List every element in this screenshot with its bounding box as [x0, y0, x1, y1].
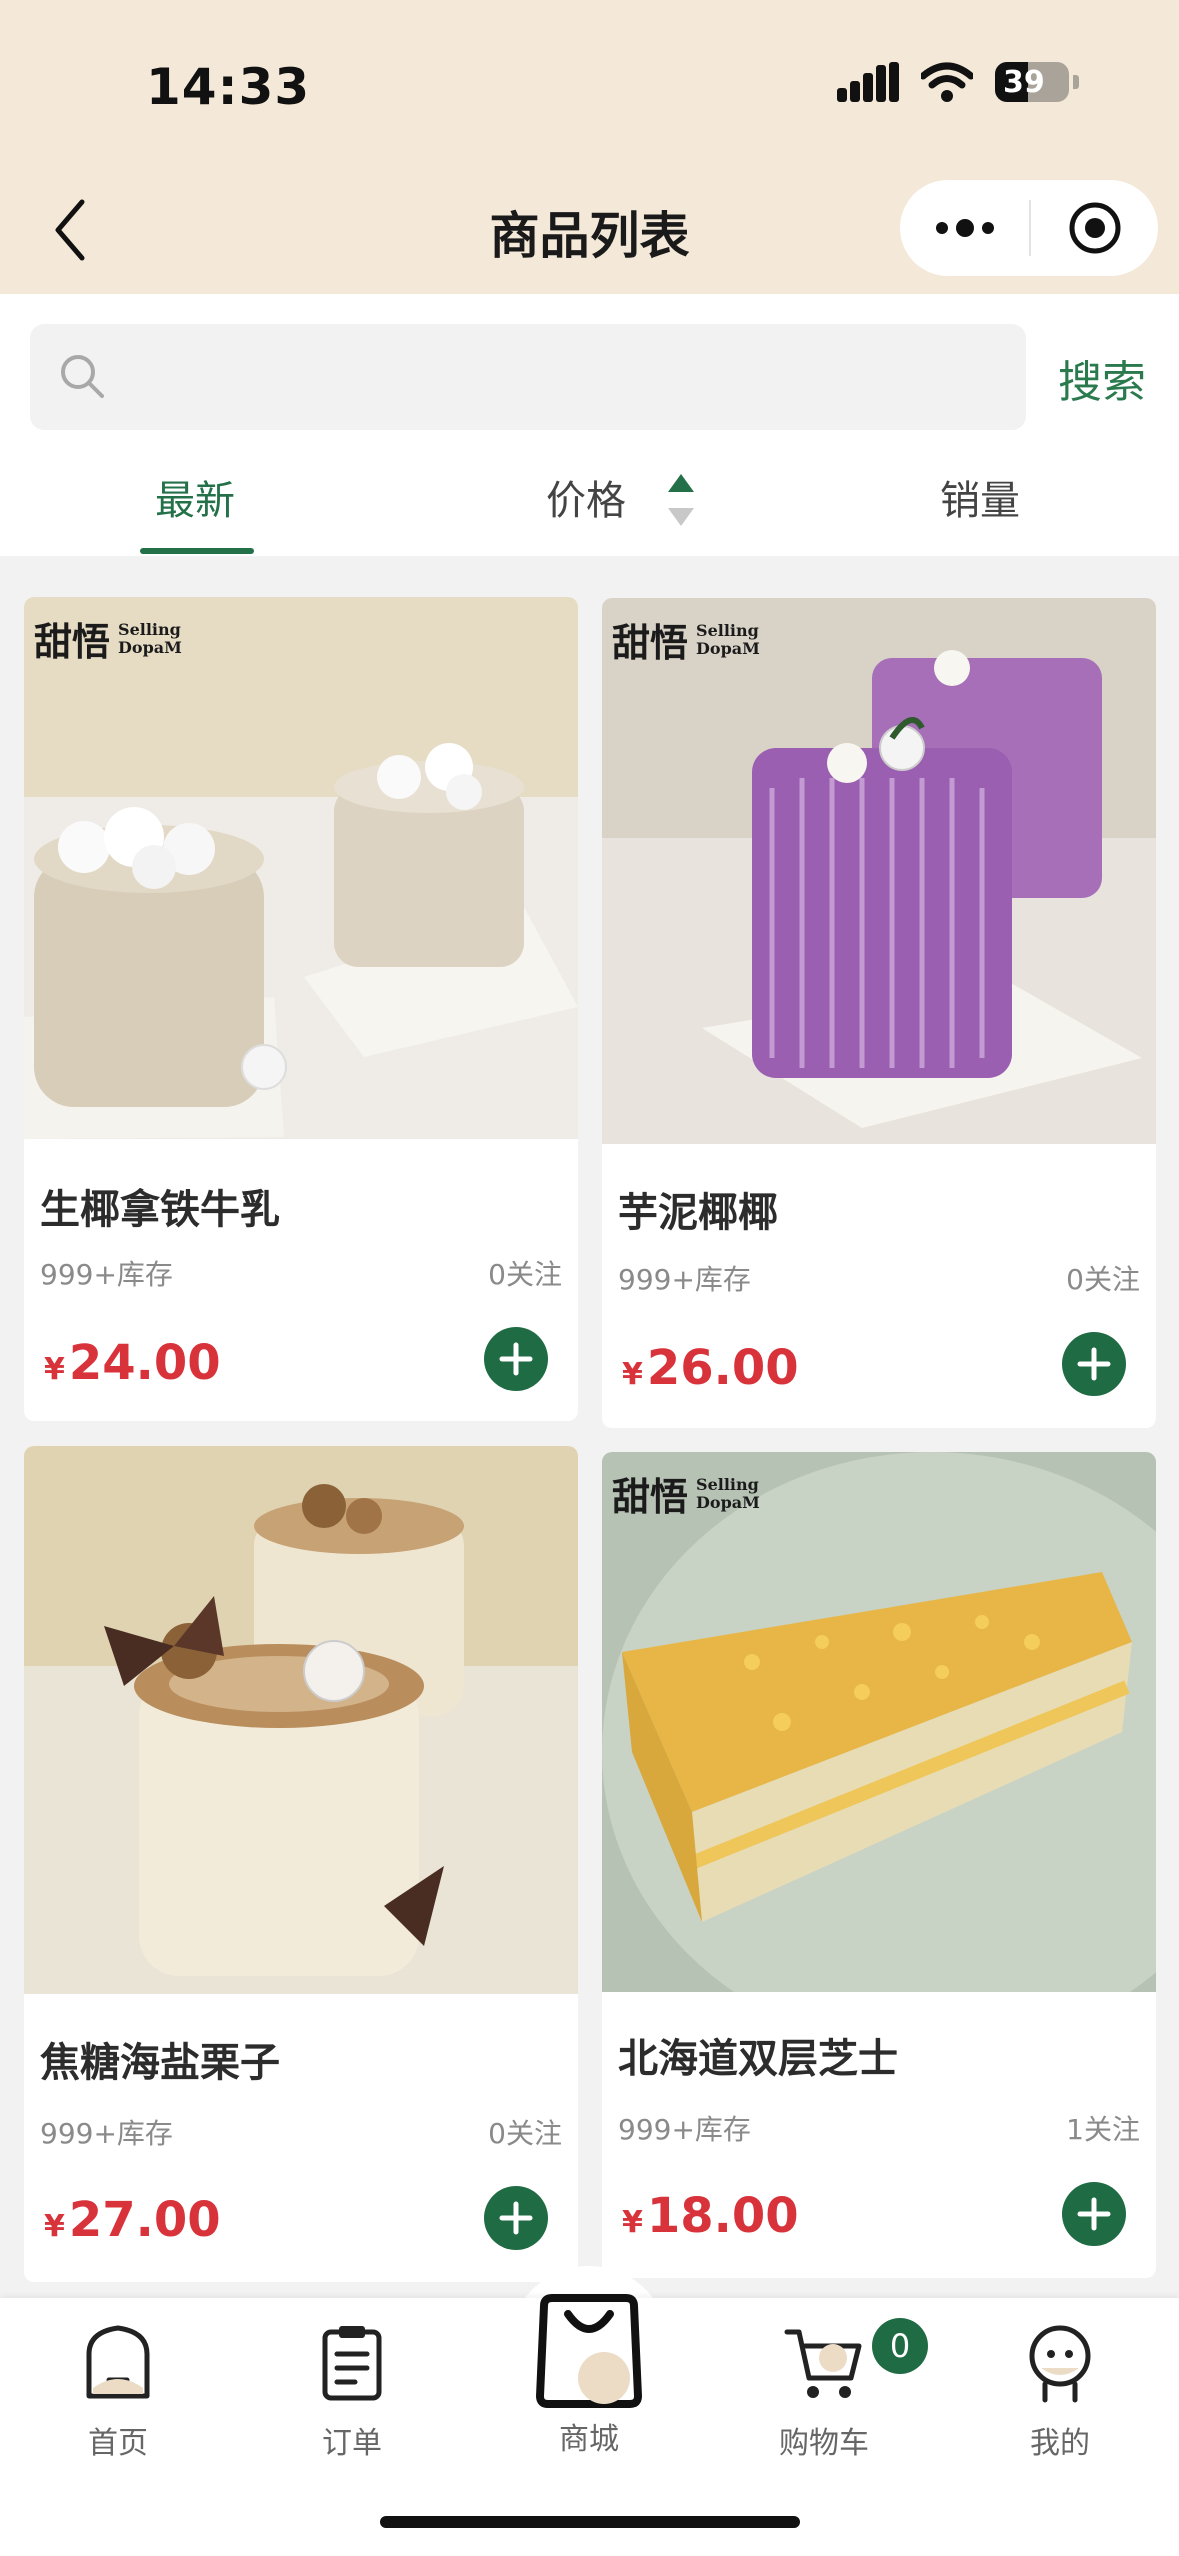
product-stock: 999+库存	[618, 1263, 751, 1296]
sort-arrows-icon[interactable]	[666, 472, 696, 528]
cake-photo	[24, 597, 578, 1139]
tabbar-item-profile[interactable]: 我的	[980, 2318, 1140, 2462]
product-stock: 999+库存	[40, 2117, 173, 2150]
tabbar-item-mall[interactable]: 商城	[509, 2286, 669, 2458]
cake-photo	[602, 1452, 1156, 1992]
tabbar-label: 首页	[88, 2426, 148, 2461]
cart-icon	[784, 2329, 862, 2398]
product-stock: 999+库存	[618, 2113, 751, 2146]
plus-icon	[499, 1342, 533, 1376]
search-area: 搜索 最新 价格 销量	[0, 294, 1179, 556]
tabbar-label: 订单	[322, 2426, 382, 2461]
clipboard-icon	[322, 2326, 382, 2401]
close-mini-program-button[interactable]	[1031, 180, 1158, 276]
active-tab-underline	[140, 548, 254, 554]
tabbar-item-orders[interactable]: 订单	[272, 2318, 432, 2462]
plus-icon	[1077, 1347, 1111, 1381]
sort-tabs: 最新 价格 销量	[0, 456, 1179, 556]
tab-price[interactable]: 价格	[546, 468, 626, 526]
product-image[interactable]	[24, 1446, 578, 1994]
product-name: 北海道双层芝士	[618, 2036, 898, 2082]
dot-icon	[935, 222, 948, 234]
search-button[interactable]: 搜索	[1058, 346, 1146, 410]
product-card[interactable]: 甜悟 Selling DopaM 生椰拿铁牛乳 999+库存 0关注 ¥24.00	[24, 597, 578, 1421]
status-icons: 39	[837, 62, 1079, 102]
cart-count-badge: 0	[872, 2318, 928, 2374]
add-to-cart-button[interactable]	[1062, 1332, 1126, 1396]
status-time: 14:33	[146, 58, 311, 116]
product-price: ¥26.00	[622, 1340, 799, 1396]
tabbar-label: 购物车	[779, 2426, 869, 2461]
product-price: ¥24.00	[44, 1335, 221, 1391]
product-card[interactable]: 焦糖海盐栗子 999+库存 0关注 ¥27.00	[24, 1446, 578, 2282]
battery-icon: 39	[995, 62, 1069, 102]
tab-newest[interactable]: 最新	[155, 468, 235, 526]
product-name: 芋泥椰椰	[618, 1190, 778, 1236]
dot-icon	[955, 219, 974, 237]
tabbar-item-home[interactable]: 首页	[38, 2318, 198, 2462]
user-icon	[1029, 2325, 1091, 2403]
product-follow-count: 0关注	[488, 1258, 562, 1291]
cake-photo	[602, 598, 1156, 1144]
home-icon	[86, 2325, 150, 2399]
product-card[interactable]: 甜悟 Selling DopaM 芋泥椰椰 999+库存 0关注 ¥26.00	[602, 598, 1156, 1428]
header: 14:33 39 商品列表	[0, 0, 1179, 294]
brand-logo: 甜悟 Selling DopaM	[612, 1474, 760, 1519]
add-to-cart-button[interactable]	[484, 1327, 548, 1391]
add-to-cart-button[interactable]	[1062, 2182, 1126, 2246]
product-follow-count: 0关注	[1066, 1263, 1140, 1296]
tabbar-label: 商城	[559, 2422, 619, 2457]
brand-logo: 甜悟 Selling DopaM	[34, 619, 182, 664]
plus-icon	[499, 2201, 533, 2235]
product-follow-count: 0关注	[488, 2117, 562, 2150]
product-follow-count: 1关注	[1066, 2113, 1140, 2146]
mini-program-capsule	[900, 180, 1158, 276]
home-indicator	[380, 2516, 800, 2528]
signal-icon	[837, 62, 899, 102]
target-close-icon	[1069, 202, 1120, 254]
product-image[interactable]: 甜悟 Selling DopaM	[602, 1452, 1156, 1992]
search-icon	[61, 355, 104, 398]
product-stock: 999+库存	[40, 1258, 173, 1291]
product-card[interactable]: 甜悟 Selling DopaM 北海道双层芝士 999+库存 1关注 ¥18.0…	[602, 1452, 1156, 2278]
product-image[interactable]: 甜悟 Selling DopaM	[602, 598, 1156, 1144]
wifi-icon	[921, 62, 973, 102]
cake-photo	[24, 1446, 578, 1994]
search-input[interactable]	[30, 324, 1026, 430]
more-menu-button[interactable]	[900, 180, 1029, 276]
add-to-cart-button[interactable]	[484, 2186, 548, 2250]
shopping-bag-icon	[536, 2294, 642, 2408]
tab-sales[interactable]: 销量	[940, 468, 1020, 526]
battery-level: 39	[1003, 64, 1045, 100]
tabbar-label: 我的	[1030, 2426, 1090, 2461]
dot-icon	[981, 222, 994, 234]
product-price: ¥18.00	[622, 2188, 799, 2244]
battery-tip	[1073, 75, 1079, 89]
product-image[interactable]: 甜悟 Selling DopaM	[24, 597, 578, 1139]
brand-logo: 甜悟 Selling DopaM	[612, 620, 760, 665]
product-name: 焦糖海盐栗子	[40, 2040, 280, 2086]
product-price: ¥27.00	[44, 2192, 221, 2248]
product-name: 生椰拿铁牛乳	[40, 1187, 280, 1233]
plus-icon	[1077, 2197, 1111, 2231]
